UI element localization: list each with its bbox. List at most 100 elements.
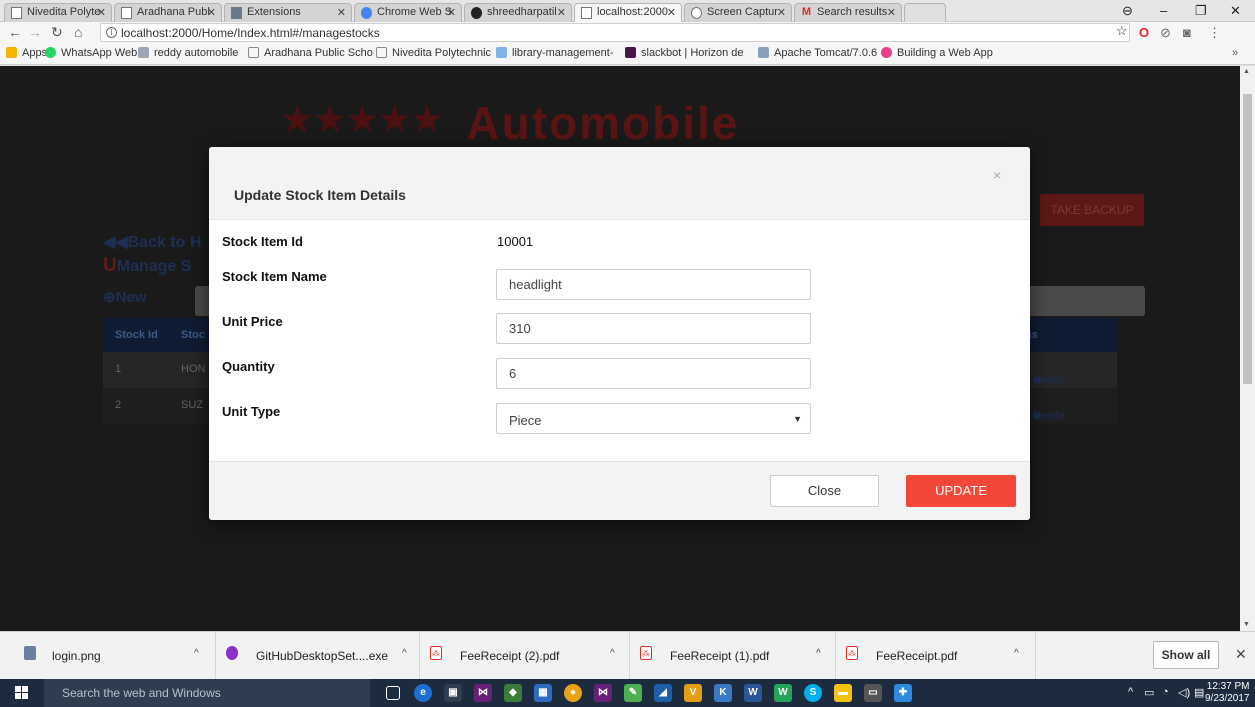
camera-icon[interactable]: ◙	[1183, 25, 1191, 40]
new-stock-link[interactable]: ⊕New	[103, 288, 146, 306]
update-button[interactable]: UPDATE	[906, 475, 1016, 507]
browser-tab[interactable]: Nivedita Polyte ✕	[4, 3, 112, 22]
block-icon[interactable]: ⊘	[1160, 25, 1171, 41]
window-close-icon[interactable]: ✕	[1230, 3, 1241, 19]
chevron-up-icon[interactable]: ^	[194, 648, 199, 659]
browser-tab[interactable]: shreedharpatil ✕	[464, 3, 572, 22]
home-icon[interactable]: ⌂	[74, 24, 82, 40]
close-icon[interactable]: ✕	[207, 6, 216, 19]
quantity-input[interactable]	[496, 358, 811, 389]
close-icon[interactable]: ✕	[777, 6, 786, 19]
download-item[interactable]: GitHubDesktopSet....exe ^	[226, 632, 420, 680]
scroll-up-icon[interactable]: ▲	[1243, 68, 1250, 75]
chevron-up-icon[interactable]: ^	[402, 648, 407, 659]
chevron-up-icon[interactable]: ^	[1014, 648, 1019, 659]
page-icon	[138, 47, 149, 58]
notification-icon[interactable]: ▤	[1194, 686, 1204, 699]
close-button[interactable]: Close	[770, 475, 879, 507]
bookmark-aradhana[interactable]: Aradhana Public Scho	[248, 47, 373, 59]
browser-tab[interactable]: Aradhana Publ ✕	[114, 3, 222, 22]
maximize-icon[interactable]: ❐	[1195, 3, 1207, 19]
minimize-icon[interactable]: –	[1160, 3, 1167, 18]
opera-icon[interactable]: O	[1139, 25, 1149, 40]
clock-date: 9/23/2017	[1205, 693, 1250, 704]
word-icon[interactable]: W	[744, 684, 762, 702]
download-item[interactable]: login.png ^	[24, 632, 216, 680]
bookmark-apps[interactable]: Apps	[6, 47, 47, 59]
close-icon[interactable]: ✕	[447, 6, 456, 19]
visual-studio-icon[interactable]: ⋈	[594, 684, 612, 702]
bookmark-slackbot[interactable]: slackbot | Horizon de	[625, 47, 744, 59]
windows-start-icon[interactable]	[15, 686, 29, 700]
close-icon[interactable]: ✕	[337, 6, 346, 19]
close-icon[interactable]: ✕	[887, 6, 896, 19]
wifi-icon[interactable]: ◔	[1162, 686, 1169, 698]
new-tab-button[interactable]	[904, 3, 946, 22]
store-icon[interactable]: ▣	[444, 684, 462, 702]
stock-item-name-input[interactable]	[496, 269, 811, 300]
bookmark-tomcat[interactable]: Apache Tomcat/7.0.6	[758, 47, 877, 59]
show-all-downloads-button[interactable]: Show all	[1153, 641, 1219, 669]
close-icon[interactable]: ×	[993, 167, 1001, 183]
close-icon[interactable]: ✕	[557, 6, 566, 19]
system-clock[interactable]: 12:37 PM 9/23/2017	[1205, 681, 1250, 705]
new-link-label: New	[115, 289, 147, 306]
browser-tab[interactable]: Extensions ✕	[224, 3, 352, 22]
url-omnibox[interactable]: i localhost:2000/Home/Index.html#/manage…	[100, 23, 1130, 42]
star-icon[interactable]: ☆	[1116, 23, 1128, 39]
scrollbar-thumb[interactable]	[1243, 94, 1252, 384]
back-to-home-link[interactable]: ◀◀Back to H	[103, 232, 201, 252]
unit-price-input[interactable]	[496, 313, 811, 344]
file-explorer-icon[interactable]: ▬	[834, 684, 852, 702]
app-icon[interactable]: K	[714, 684, 732, 702]
volume-icon[interactable]: ◁)	[1178, 686, 1190, 699]
unit-type-label: Unit Type	[222, 404, 281, 419]
info-icon[interactable]: i	[106, 27, 117, 38]
chevron-up-icon[interactable]: ^	[816, 648, 821, 659]
forward-arrow-icon[interactable]: →	[28, 24, 42, 40]
download-item[interactable]: ⁂ FeeReceipt.pdf ^	[846, 632, 1036, 680]
app-icon[interactable]: ◢	[654, 684, 672, 702]
browser-tab-active[interactable]: localhost:2000 ✕	[574, 3, 682, 22]
profile-icon[interactable]: ⊖	[1122, 3, 1133, 19]
bookmark-reddy[interactable]: reddy automobile	[138, 47, 238, 59]
notepad-icon[interactable]: ✎	[624, 684, 642, 702]
terminal-icon[interactable]: ▭	[864, 684, 882, 702]
unit-type-select[interactable]: Piece ▼	[496, 403, 811, 434]
app-icon[interactable]: ✚	[894, 684, 912, 702]
bookmarks-overflow-icon[interactable]: »	[1232, 47, 1238, 59]
library-icon	[496, 47, 507, 58]
browser-tab[interactable]: Chrome Web S ✕	[354, 3, 462, 22]
app-icon[interactable]: ▦	[534, 684, 552, 702]
tray-overflow-icon[interactable]: ^	[1128, 686, 1133, 698]
task-view-icon[interactable]	[386, 686, 400, 700]
modal-header: Update Stock Item Details ×	[209, 147, 1030, 220]
browser-tab-strip: Nivedita Polyte ✕ Aradhana Publ ✕ Extens…	[0, 0, 1255, 22]
take-backup-button[interactable]: TAKE BACKUP	[1040, 194, 1144, 226]
download-item[interactable]: ⁂ FeeReceipt (1).pdf ^	[640, 632, 836, 680]
close-icon[interactable]: ✕	[1235, 646, 1247, 663]
browser-tab[interactable]: Screen Captur ✕	[684, 3, 792, 22]
app-icon[interactable]: V	[684, 684, 702, 702]
bookmark-whatsapp[interactable]: WhatsApp Web	[45, 47, 137, 59]
bookmark-webapp[interactable]: Building a Web App	[881, 47, 993, 59]
visual-studio-icon[interactable]: ⋈	[474, 684, 492, 702]
scroll-down-icon[interactable]: ▼	[1243, 621, 1250, 628]
menu-icon[interactable]: ⋮	[1208, 25, 1221, 41]
close-icon[interactable]: ✕	[667, 6, 676, 19]
chevron-up-icon[interactable]: ^	[610, 648, 615, 659]
ws-icon[interactable]: W	[774, 684, 792, 702]
taskbar-search[interactable]: Search the web and Windows	[44, 679, 370, 707]
edge-icon[interactable]: e	[414, 684, 432, 702]
bookmark-library[interactable]: library-management-	[496, 47, 613, 59]
app-icon[interactable]: ◆	[504, 684, 522, 702]
download-item[interactable]: ⁂ FeeReceipt (2).pdf ^	[430, 632, 630, 680]
back-arrow-icon[interactable]: ←	[8, 24, 22, 40]
browser-tab[interactable]: M Search results ✕	[794, 3, 902, 22]
network-icon[interactable]: ▭	[1144, 686, 1154, 699]
reload-icon[interactable]: ↻	[51, 24, 63, 41]
skype-icon[interactable]: S	[804, 684, 822, 702]
bookmark-nivedita[interactable]: Nivedita Polytechnic	[376, 47, 491, 59]
close-icon[interactable]: ✕	[97, 6, 106, 19]
chrome-icon[interactable]: ●	[564, 684, 582, 702]
